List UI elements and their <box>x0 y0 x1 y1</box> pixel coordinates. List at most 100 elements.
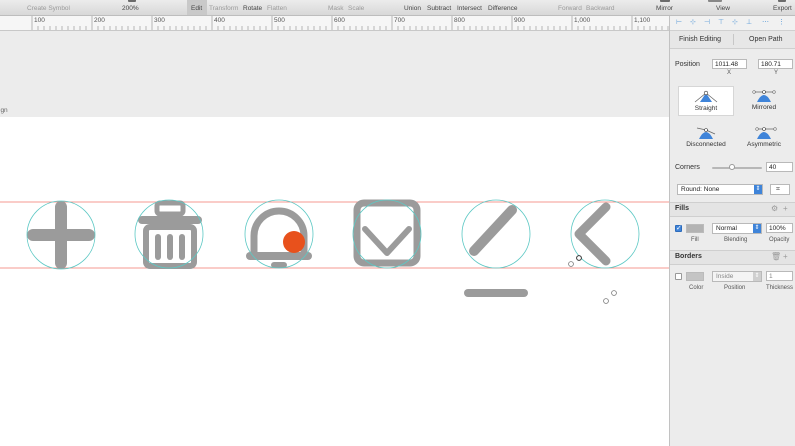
point-type-label: Asymmetric <box>747 141 781 148</box>
point-type-label: Disconnected <box>686 141 726 148</box>
align-center-icon[interactable]: ⊹ <box>690 19 697 26</box>
horizontal-ruler[interactable]: 100 200 300 400 500 600 700 800 900 1,00… <box>0 16 669 31</box>
align-middle-icon[interactable]: ⊹ <box>732 19 739 26</box>
subtract-button[interactable]: Subtract <box>427 5 451 12</box>
disconnected-point-icon <box>696 127 716 139</box>
color-caption: Color <box>689 285 704 291</box>
point-type-mirrored[interactable]: Mirrored <box>736 86 792 116</box>
transform-button[interactable]: Transform <box>209 5 238 12</box>
add-fill-icon[interactable]: + <box>783 204 788 213</box>
asymmetric-point-icon <box>755 127 777 139</box>
export-icon <box>778 0 786 2</box>
ruler-label: 500 <box>274 17 285 24</box>
distribute-vertical-icon[interactable]: ⋮ <box>778 19 785 26</box>
trash-icon[interactable]: 🗑 <box>771 252 781 261</box>
fill-opacity-field[interactable]: 100% <box>766 223 793 233</box>
chevron-updown-icon: ⇕ <box>753 224 761 233</box>
border-color-swatch[interactable] <box>686 272 704 281</box>
fill-enabled-checkbox[interactable] <box>675 224 682 232</box>
position-x-field[interactable]: 1011.48 <box>712 59 747 69</box>
position-y-field[interactable]: 180.71 <box>758 59 793 69</box>
round-select[interactable]: Round: None ⇕ <box>677 184 763 195</box>
add-border-icon[interactable]: + <box>783 252 788 261</box>
ruler-label: 1,000 <box>574 17 591 24</box>
fill-blending-select[interactable]: Normal ⇕ <box>712 223 762 234</box>
ruler-label: 800 <box>454 17 465 24</box>
fill-color-swatch[interactable] <box>686 224 704 233</box>
edit-button[interactable]: Edit <box>191 5 202 12</box>
view-icon <box>708 0 722 2</box>
position-label: Position <box>675 61 700 68</box>
artboard-content[interactable] <box>0 31 669 446</box>
align-left-icon[interactable]: ⊢ <box>676 19 683 26</box>
crop-icon: ⌗ <box>776 186 780 193</box>
y-label: Y <box>774 70 779 76</box>
ruler-label: 1,100 <box>634 17 651 24</box>
border-position-select[interactable]: Inside ⇕ <box>712 271 762 282</box>
mirror-icon <box>660 0 670 2</box>
ruler-label: 900 <box>514 17 525 24</box>
canvas[interactable]: ign <box>0 31 669 446</box>
borders-section-header: Borders 🗑 + <box>670 250 795 265</box>
borders-title: Borders <box>675 253 702 260</box>
x-label: X <box>727 70 732 76</box>
trash-icon[interactable] <box>134 199 204 269</box>
point-type-disconnected[interactable]: Disconnected <box>678 123 734 153</box>
inspector-panel: ⊢ ⊹ ⊣ ⊤ ⊹ ⊥ ⋯ ⋮ Finish Editing Open Path… <box>669 16 795 446</box>
flatten-button[interactable]: Flatten <box>267 5 287 12</box>
backward-button[interactable]: Backward <box>586 5 615 12</box>
scale-button[interactable]: Scale <box>348 5 364 12</box>
align-bottom-icon[interactable]: ⊥ <box>746 19 753 26</box>
alignment-bar: ⊢ ⊹ ⊣ ⊤ ⊹ ⊥ ⋯ ⋮ <box>670 16 795 31</box>
export-button[interactable]: Export <box>773 5 792 12</box>
path-point[interactable] <box>603 298 609 304</box>
distribute-horizontal-icon[interactable]: ⋯ <box>762 19 769 26</box>
path-options-button[interactable]: ⌗ <box>770 184 790 195</box>
path-point-selected[interactable] <box>576 255 582 261</box>
zoom-level[interactable]: 200% <box>122 5 139 12</box>
forward-button[interactable]: Forward <box>558 5 582 12</box>
border-thickness-field[interactable]: 1 <box>766 271 793 281</box>
intersect-button[interactable]: Intersect <box>457 5 482 12</box>
fill-caption: Fill <box>691 237 699 243</box>
corners-label: Corners <box>675 164 700 171</box>
chevron-left-icon[interactable] <box>568 199 640 304</box>
corners-slider-knob[interactable] <box>729 164 735 170</box>
corners-field[interactable]: 40 <box>766 162 793 172</box>
difference-button[interactable]: Difference <box>488 5 518 12</box>
blending-caption: Blending <box>724 237 748 243</box>
union-button[interactable]: Union <box>404 5 421 12</box>
point-type-label: Straight <box>694 105 718 112</box>
finish-editing-button[interactable]: Finish Editing <box>679 36 721 43</box>
corners-slider[interactable] <box>712 167 762 169</box>
chevron-updown-icon: ⇕ <box>753 272 761 281</box>
ruler-label: 100 <box>34 17 45 24</box>
point-type-asymmetric[interactable]: Asymmetric <box>736 123 792 153</box>
fill-settings-icon[interactable]: ⚙ <box>771 204 778 213</box>
align-right-icon[interactable]: ⊣ <box>704 19 711 26</box>
rotate-button[interactable]: Rotate <box>243 5 262 12</box>
path-point[interactable] <box>568 261 574 267</box>
path-edit-bar: Finish Editing Open Path <box>670 31 795 49</box>
open-path-button[interactable]: Open Path <box>749 36 782 43</box>
straight-point-icon <box>694 90 718 103</box>
plus-icon[interactable] <box>26 200 96 270</box>
mask-button[interactable]: Mask <box>328 5 344 12</box>
ruler-label: 300 <box>154 17 165 24</box>
border-enabled-checkbox[interactable] <box>675 273 682 280</box>
mirror-button[interactable]: Mirror <box>656 5 673 12</box>
path-point[interactable] <box>611 290 617 296</box>
mirrored-point-icon <box>752 90 776 102</box>
round-select-value: Round: None <box>681 186 720 193</box>
create-symbol-button[interactable]: Create Symbol <box>27 5 70 12</box>
pencil-icon[interactable] <box>461 199 531 297</box>
align-top-icon[interactable]: ⊤ <box>718 19 725 26</box>
mail-icon[interactable] <box>352 199 422 269</box>
ruler-label: 700 <box>394 17 405 24</box>
bell-icon[interactable] <box>244 199 314 269</box>
ruler-label: 200 <box>94 17 105 24</box>
point-type-straight[interactable]: Straight <box>678 86 734 116</box>
border-position-value: Inside <box>716 273 734 280</box>
ruler-label: 400 <box>214 17 225 24</box>
view-button[interactable]: View <box>716 5 730 12</box>
